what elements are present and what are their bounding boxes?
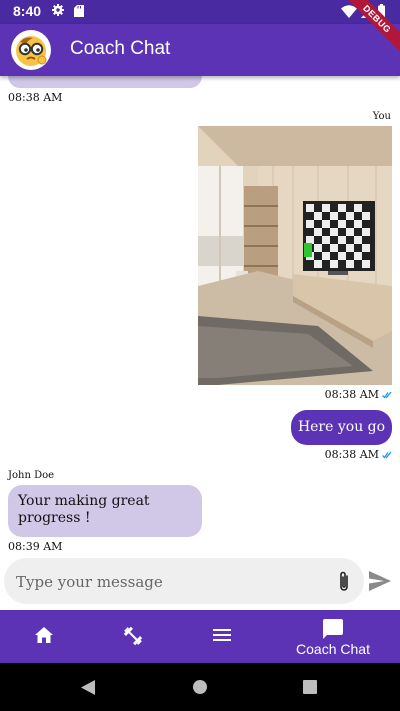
checkerboard-tv bbox=[303, 201, 375, 271]
nav-label: Coach Chat bbox=[296, 641, 370, 657]
nav-item-menu[interactable] bbox=[178, 610, 266, 663]
message-timestamp: 08:39 AM bbox=[8, 540, 63, 553]
send-icon[interactable] bbox=[369, 571, 391, 591]
system-navigation-bar bbox=[0, 663, 400, 711]
message-sender: You bbox=[372, 111, 391, 122]
paperclip-icon[interactable] bbox=[337, 570, 351, 594]
message-time: 08:38 AM bbox=[324, 388, 379, 401]
chat-message-list[interactable]: 08:38 AM You 08:38 AM Here you go 08:38 … bbox=[0, 76, 400, 556]
message-bubble-incoming: Your making great progress ! bbox=[8, 485, 202, 537]
message-bubble-partial bbox=[8, 76, 202, 88]
room-photo-image bbox=[198, 126, 392, 385]
chat-icon bbox=[323, 619, 343, 639]
message-image[interactable] bbox=[198, 126, 392, 385]
settings-gear-icon bbox=[52, 4, 64, 16]
message-timestamp: 08:38 AM bbox=[8, 91, 63, 104]
double-check-icon bbox=[382, 391, 392, 399]
bottom-navigation: Coach Chat bbox=[0, 610, 400, 663]
menu-icon bbox=[213, 629, 231, 641]
nav-item-workouts[interactable] bbox=[88, 610, 178, 663]
home-circle-icon[interactable] bbox=[193, 680, 207, 694]
message-sender: John Doe bbox=[8, 470, 55, 481]
double-check-icon bbox=[382, 451, 392, 459]
message-timestamp: 08:38 AM bbox=[325, 448, 392, 461]
app-bar: Coach Chat bbox=[0, 24, 400, 76]
message-bubble-outgoing: Here you go bbox=[291, 410, 392, 445]
status-bar: 8:40 bbox=[0, 0, 400, 24]
back-icon[interactable] bbox=[81, 680, 95, 695]
message-composer bbox=[4, 558, 364, 604]
home-icon bbox=[35, 627, 53, 643]
sd-card-icon bbox=[74, 5, 84, 17]
avatar[interactable] bbox=[11, 30, 51, 70]
recents-icon[interactable] bbox=[303, 680, 317, 694]
message-input[interactable] bbox=[14, 566, 328, 598]
message-timestamp: 08:38 AM bbox=[325, 388, 392, 401]
message-time: 08:38 AM bbox=[324, 448, 379, 461]
status-time: 8:40 bbox=[13, 3, 42, 19]
nav-item-coach-chat[interactable]: Coach Chat bbox=[266, 610, 400, 663]
app-title: Coach Chat bbox=[70, 38, 171, 59]
nerd-face-icon bbox=[16, 36, 47, 66]
nav-item-home[interactable] bbox=[0, 610, 88, 663]
dumbbell-icon bbox=[123, 626, 143, 646]
